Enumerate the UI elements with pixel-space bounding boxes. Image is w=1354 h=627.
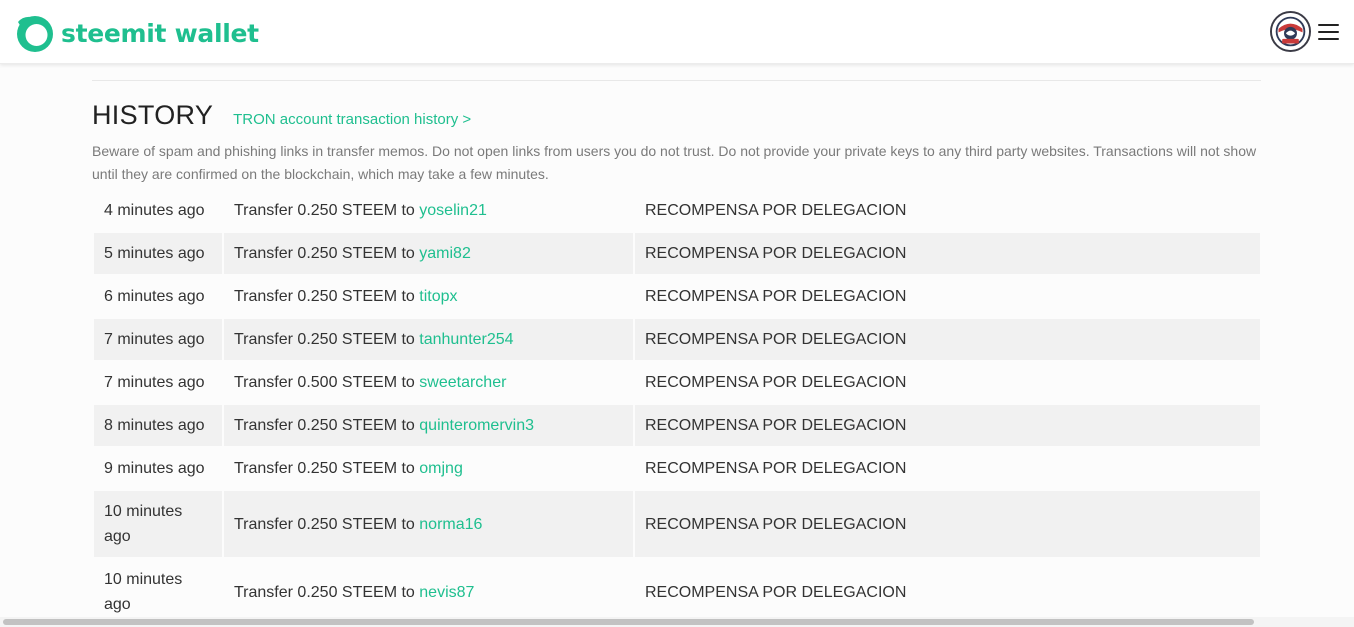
horizontal-scrollbar[interactable] (0, 617, 1354, 627)
transaction-time: 8 minutes ago (94, 405, 222, 446)
transaction-memo: RECOMPENSA POR DELEGACION (645, 288, 907, 305)
profile-avatar-icon[interactable] (1270, 11, 1311, 52)
operation-text: Transfer 0.500 STEEM to (234, 374, 420, 391)
top-bar: steemit wallet (0, 0, 1354, 64)
transaction-time: 7 minutes ago (94, 319, 222, 360)
transaction-row: 9 minutes ago Transfer 0.250 STEEM to omj… (94, 448, 1260, 489)
hamburger-menu-icon[interactable] (1318, 22, 1340, 42)
recipient-link[interactable]: omjng (419, 460, 463, 477)
transaction-memo: RECOMPENSA POR DELEGACION (635, 233, 1260, 274)
transaction-memo: RECOMPENSA POR DELEGACION (645, 202, 907, 219)
transaction-memo: RECOMPENSA POR DELEGACION (645, 460, 907, 477)
transaction-operation: Transfer 0.250 STEEM to quinteromervin3 (224, 405, 633, 446)
transaction-row: 10 minutes ago Transfer 0.250 STEEM to ne… (94, 559, 1260, 625)
transaction-operation: Transfer 0.250 STEEM to norma16 (224, 491, 633, 557)
steemit-logo-icon (17, 16, 53, 52)
transaction-row: 5 minutes ago Transfer 0.250 STEEM to yam… (94, 233, 1260, 274)
brand-home-link[interactable]: steemit wallet (14, 13, 259, 53)
transaction-memo: RECOMPENSA POR DELEGACION (635, 319, 1260, 360)
transaction-operation: Transfer 0.250 STEEM to nevis87 (224, 559, 633, 625)
avatar-image (1272, 13, 1309, 50)
operation-text: Transfer 0.250 STEEM to (234, 288, 420, 305)
operation-text: Transfer 0.250 STEEM to (234, 245, 420, 262)
recipient-link[interactable]: sweetarcher (419, 374, 506, 391)
transaction-operation: Transfer 0.250 STEEM to omjng (224, 448, 633, 489)
transaction-history-table: 4 minutes ago Transfer 0.250 STEEM to yos… (92, 188, 1262, 627)
transaction-memo: RECOMPENSA POR DELEGACION (645, 374, 907, 391)
scrollbar-thumb[interactable] (3, 619, 1254, 625)
recipient-link[interactable]: norma16 (419, 516, 482, 533)
transaction-time: 7 minutes ago (104, 374, 205, 391)
transaction-row: 10 minutes ago Transfer 0.250 STEEM to no… (94, 491, 1260, 557)
operation-text: Transfer 0.250 STEEM to (234, 331, 420, 348)
recipient-link[interactable]: titopx (419, 288, 457, 305)
transaction-operation: Transfer 0.250 STEEM to tanhunter254 (224, 319, 633, 360)
spam-warning-text: Beware of spam and phishing links in tra… (92, 143, 1257, 182)
transaction-time: 6 minutes ago (104, 288, 205, 305)
transaction-time: 10 minutes ago (104, 571, 183, 613)
operation-text: Transfer 0.250 STEEM to (234, 202, 420, 219)
recipient-link[interactable]: yami82 (419, 245, 471, 262)
recipient-link[interactable]: nevis87 (419, 584, 474, 601)
transaction-memo: RECOMPENSA POR DELEGACION (645, 583, 907, 601)
transaction-row: 4 minutes ago Transfer 0.250 STEEM to yos… (94, 190, 1260, 231)
tron-history-link[interactable]: TRON account transaction history > (233, 111, 471, 128)
transaction-time: 4 minutes ago (104, 202, 205, 219)
transaction-time: 9 minutes ago (104, 460, 205, 477)
recipient-link[interactable]: yoselin21 (419, 202, 487, 219)
transaction-row: 7 minutes ago Transfer 0.500 STEEM to swe… (94, 362, 1260, 403)
transaction-operation: Transfer 0.250 STEEM to yoselin21 (224, 190, 633, 231)
divider (92, 80, 1261, 81)
operation-text: Transfer 0.250 STEEM to (234, 583, 420, 601)
transaction-operation: Transfer 0.250 STEEM to titopx (224, 276, 633, 317)
transaction-row: 8 minutes ago Transfer 0.250 STEEM to qui… (94, 405, 1260, 446)
transaction-operation: Transfer 0.500 STEEM to sweetarcher (224, 362, 633, 403)
transaction-time: 5 minutes ago (94, 233, 222, 274)
transaction-row: 7 minutes ago Transfer 0.250 STEEM to tan… (94, 319, 1260, 360)
transaction-memo: RECOMPENSA POR DELEGACION (635, 405, 1260, 446)
history-header: HISTORY TRON account transaction history… (92, 100, 471, 131)
brand-name: steemit wallet (61, 18, 259, 48)
recipient-link[interactable]: quinteromervin3 (419, 417, 534, 434)
history-title: HISTORY (92, 100, 214, 130)
transaction-time: 10 minutes ago (94, 491, 222, 557)
transaction-memo: RECOMPENSA POR DELEGACION (635, 491, 1260, 557)
transaction-row: 6 minutes ago Transfer 0.250 STEEM to tit… (94, 276, 1260, 317)
operation-text: Transfer 0.250 STEEM to (234, 460, 420, 477)
transaction-operation: Transfer 0.250 STEEM to yami82 (224, 233, 633, 274)
operation-text: Transfer 0.250 STEEM to (234, 417, 420, 434)
operation-text: Transfer 0.250 STEEM to (234, 515, 420, 533)
recipient-link[interactable]: tanhunter254 (419, 331, 513, 348)
